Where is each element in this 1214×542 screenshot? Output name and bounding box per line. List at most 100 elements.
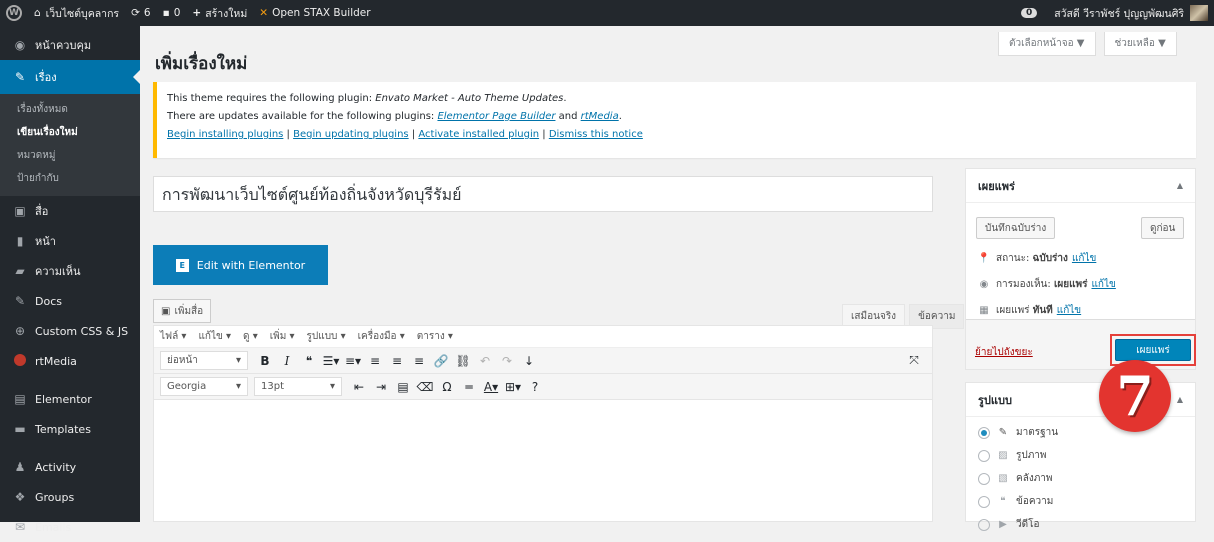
format-option-quote[interactable]: ❝ ข้อความ [966, 490, 1195, 513]
add-media-button[interactable]: ▣ เพิ่มสื่อ [153, 299, 212, 323]
screen-options-button[interactable]: ตัวเลือกหน้าจอ ▼ [998, 32, 1096, 56]
help-button[interactable]: ช่วยเหลือ ▼ [1103, 32, 1177, 56]
menu-view[interactable]: ดู ▾ [243, 329, 258, 344]
sidebar-item-groups[interactable]: ❖ Groups [0, 482, 140, 512]
begin-updating-link[interactable]: Begin updating plugins [293, 129, 409, 140]
begin-installing-link[interactable]: Begin installing plugins [167, 129, 283, 140]
visibility-label: การมองเห็น: [996, 279, 1051, 290]
admin-sidebar: ◉ หน้าควบคุม ✎ เรื่อง เรื่องทั้งหมด เขียนเ… [0, 26, 140, 534]
sidebar-item-templates[interactable]: ▬ Templates [0, 414, 140, 444]
edit-with-elementor-button[interactable]: E Edit with Elementor [153, 245, 328, 285]
publish-box-header[interactable]: เผยแพร่ ▲ [966, 169, 1195, 203]
align-center-button[interactable]: ≡ [387, 354, 407, 368]
format-option-gallery[interactable]: ▧ คลังภาพ [966, 467, 1195, 490]
radio-button[interactable] [978, 472, 990, 485]
publish-button[interactable]: เผยแพร่ [1115, 339, 1191, 361]
numbered-list-button[interactable]: ≡▾ [343, 354, 363, 368]
font-size-select[interactable]: 13pt ▾ [254, 377, 342, 396]
font-value: Georgia [167, 381, 207, 392]
undo-button[interactable]: ↶ [475, 354, 495, 368]
radio-button[interactable] [978, 518, 990, 531]
edit-schedule-link[interactable]: แก้ไข [1057, 303, 1081, 318]
unlink-button[interactable]: ⛓ [453, 354, 473, 368]
format-option-video[interactable]: ▶ วีดีโอ [966, 513, 1195, 536]
save-draft-button[interactable]: บันทึกฉบับร่าง [976, 217, 1056, 239]
radio-button[interactable] [978, 449, 990, 462]
sidebar-item-comments[interactable]: ▰ ความเห็น [0, 256, 140, 286]
insert-link-button[interactable]: 🔗 [431, 354, 451, 368]
horizontal-line-button[interactable]: ═ [459, 380, 479, 394]
new-content-menu[interactable]: + สร้างใหม่ [186, 0, 253, 26]
toolbar-toggle-button[interactable]: ↓ [519, 354, 539, 368]
sidebar-item-docs[interactable]: ✎ Docs [0, 286, 140, 316]
edit-visibility-link[interactable]: แก้ไข [1091, 277, 1115, 292]
sidebar-item-pages[interactable]: ▮ หน้า [0, 226, 140, 256]
status-row: 📍 สถานะ: ฉบับร่าง แก้ไข [976, 251, 1097, 266]
submenu-all-posts[interactable]: เรื่องทั้งหมด [0, 98, 140, 121]
post-title-input[interactable]: การพัฒนาเว็บไซต์ศูนย์ท้องถิ่นจังหวัดบุรี… [153, 176, 933, 212]
format-option-standard[interactable]: ✎ มาตรฐาน [966, 421, 1195, 444]
wordpress-logo-menu[interactable]: W [0, 0, 28, 26]
rtmedia-plugin-link[interactable]: rtMedia [581, 111, 619, 122]
site-name-link[interactable]: ⌂ เว็บไซต์บุคลากร [28, 0, 125, 26]
posts-submenu: เรื่องทั้งหมด เขียนเรื่องใหม่ หมวดหมู่ ป… [0, 94, 140, 196]
menu-insert[interactable]: เพิ่ม ▾ [270, 329, 295, 344]
format-option-image[interactable]: ▨ รูปภาพ [966, 444, 1195, 467]
fullscreen-button[interactable]: ⤧ [904, 353, 924, 368]
italic-button[interactable]: I [277, 354, 297, 368]
sidebar-item-emails[interactable]: ✉ Emails [0, 512, 140, 542]
plus-circle-icon: ⊕ [14, 324, 26, 338]
align-left-button[interactable]: ≡ [365, 354, 385, 368]
notifications-link[interactable]: 0 [1015, 0, 1048, 26]
sidebar-item-custom-css-js[interactable]: ⊕ Custom CSS & JS [0, 316, 140, 346]
bullet-list-button[interactable]: ☰▾ [321, 354, 341, 368]
help-icon[interactable]: ? [525, 380, 545, 394]
menu-file[interactable]: ไฟล์ ▾ [160, 329, 186, 344]
elementor-plugin-link[interactable]: Elementor Page Builder [437, 111, 555, 122]
blockquote-button[interactable]: ❝ [299, 354, 319, 368]
radio-button[interactable] [978, 426, 990, 439]
calendar-icon: ▦ [979, 305, 989, 316]
sidebar-item-elementor[interactable]: ▤ Elementor [0, 384, 140, 414]
sidebar-item-dashboard[interactable]: ◉ หน้าควบคุม [0, 30, 140, 60]
indent-button[interactable]: ⇥ [371, 380, 391, 394]
sidebar-item-activity[interactable]: ♟ Activity [0, 452, 140, 482]
preview-button[interactable]: ดูก่อน [1141, 217, 1185, 239]
gallery-icon: ▧ [998, 473, 1008, 484]
outdent-button[interactable]: ⇤ [349, 380, 369, 394]
move-to-trash-link[interactable]: ย้ายไปถังขยะ [975, 345, 1033, 360]
sidebar-item-posts[interactable]: ✎ เรื่อง [0, 60, 140, 94]
avatar [1190, 5, 1208, 21]
text-color-button[interactable]: A▾ [481, 380, 501, 394]
sidebar-item-media[interactable]: ▣ สื่อ [0, 196, 140, 226]
paragraph-select[interactable]: ย่อหน้า ▾ [160, 351, 248, 370]
sidebar-item-label: Custom CSS & JS [35, 324, 129, 338]
comments-link[interactable]: ▪ 0 [157, 0, 187, 26]
pin-icon: ✎ [998, 427, 1008, 438]
menu-table[interactable]: ตาราง ▾ [417, 329, 453, 344]
user-menu[interactable]: สวัสดี วีราพัชร์ ปุญญพัฒนศิริ [1048, 0, 1214, 26]
table-button[interactable]: ⊞▾ [503, 380, 523, 394]
menu-edit[interactable]: แก้ไข ▾ [198, 329, 231, 344]
font-family-select[interactable]: Georgia ▾ [160, 377, 248, 396]
align-right-button[interactable]: ≡ [409, 354, 429, 368]
submenu-tags[interactable]: ป้ายกำกับ [0, 167, 140, 190]
special-char-button[interactable]: Ω [437, 380, 457, 394]
stax-builder-link[interactable]: ✕ Open STAX Builder [253, 0, 376, 26]
redo-button[interactable]: ↷ [497, 354, 517, 368]
paragraph-value: ย่อหน้า [167, 355, 198, 366]
menu-format[interactable]: รูปแบบ ▾ [307, 329, 346, 344]
paste-text-button[interactable]: ▤ [393, 380, 413, 394]
submenu-add-new[interactable]: เขียนเรื่องใหม่ [0, 121, 140, 144]
updates-link[interactable]: ⟳ 6 [125, 0, 157, 26]
radio-button[interactable] [978, 495, 990, 508]
dismiss-notice-link[interactable]: Dismiss this notice [549, 129, 643, 140]
activate-plugin-link[interactable]: Activate installed plugin [418, 129, 539, 140]
clear-format-button[interactable]: ⌫ [415, 380, 435, 394]
menu-tools[interactable]: เครื่องมือ ▾ [358, 329, 405, 344]
edit-status-link[interactable]: แก้ไข [1072, 251, 1096, 266]
submenu-categories[interactable]: หมวดหมู่ [0, 144, 140, 167]
sidebar-item-rtmedia[interactable]: rtMedia [0, 346, 140, 376]
bold-button[interactable]: B [255, 354, 275, 368]
editor-content-area[interactable] [154, 400, 932, 520]
